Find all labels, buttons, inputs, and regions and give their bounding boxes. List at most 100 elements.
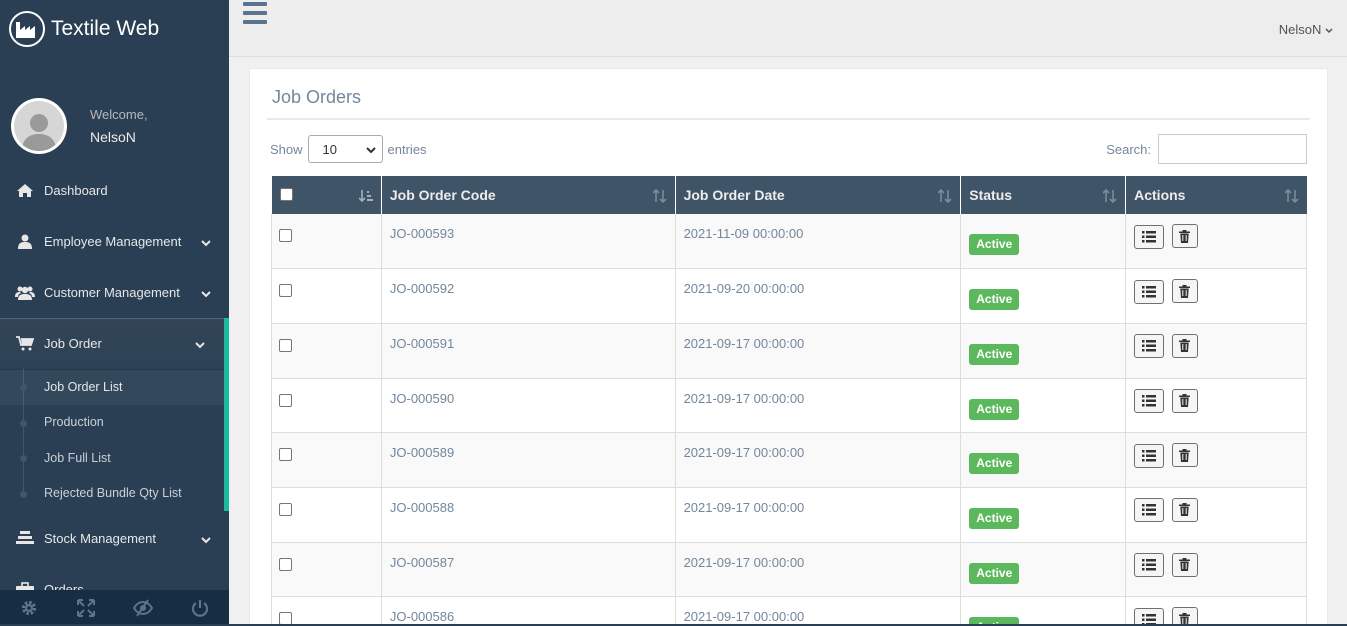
column-header-job-order-date[interactable]: Job Order Date	[674, 176, 961, 214]
actions-cell	[1125, 432, 1307, 488]
view-details-button[interactable]	[1134, 443, 1165, 468]
job-order-date-cell: 2021-09-17 00:00:00	[674, 432, 962, 488]
delete-button[interactable]	[1171, 279, 1198, 304]
sidebar-subitem-job-full-list[interactable]: Job Full List	[0, 440, 224, 476]
job-order-code-cell: JO-000587	[380, 542, 676, 598]
job-order-code: JO-000586	[389, 609, 455, 625]
sidebar-subitem-rejected-bundle-qty-list[interactable]: Rejected Bundle Qty List	[0, 476, 224, 512]
brand[interactable]: Textile Web	[0, 0, 229, 58]
delete-button[interactable]	[1171, 224, 1198, 248]
view-details-button[interactable]	[1134, 389, 1165, 414]
table-header-row: Job Order Code Job Order Date Status Act…	[271, 176, 1307, 214]
column-header-job-order-code[interactable]: Job Order Code	[380, 176, 676, 214]
view-details-button[interactable]	[1134, 224, 1165, 249]
trash-icon	[1179, 339, 1191, 353]
job-order-date: 2021-09-20 00:00:00	[683, 281, 805, 297]
actions-cell	[1125, 542, 1307, 598]
chevron-down-icon	[201, 286, 211, 301]
sidebar-item-customer-management[interactable]: Customer Management	[0, 267, 229, 318]
sidebar-item-label: Employee Management	[44, 234, 182, 249]
sidebar-item-job-order[interactable]: Job Order	[0, 318, 229, 369]
chevron-down-icon	[1325, 22, 1333, 37]
delete-button[interactable]	[1171, 333, 1198, 358]
status-badge: Active	[969, 398, 1020, 420]
chevron-down-icon	[201, 532, 211, 547]
search-input[interactable]	[1158, 134, 1307, 164]
column-header-label: Actions	[1134, 187, 1186, 203]
view-details-button[interactable]	[1134, 279, 1165, 304]
job-order-code: JO-000588	[389, 499, 455, 515]
menu-toggle-icon[interactable]	[243, 2, 267, 24]
sort-icon	[651, 188, 667, 206]
sidebar-item-label: Customer Management	[44, 285, 180, 300]
sidebar-subitem-job-order-list[interactable]: Job Order List	[0, 369, 224, 405]
entries-select[interactable]: 10	[307, 135, 383, 163]
job-order-code-cell: JO-000588	[380, 487, 676, 543]
user-menu-label: NelsoN	[1278, 22, 1322, 37]
column-header-status[interactable]: Status	[960, 176, 1126, 214]
status-badge: Active	[969, 234, 1020, 255]
sidebar-item-dashboard[interactable]: Dashboard	[0, 165, 229, 216]
row-checkbox[interactable]	[279, 448, 292, 462]
job-order-date: 2021-09-17 00:00:00	[683, 335, 805, 351]
view-details-button[interactable]	[1134, 498, 1165, 523]
view-details-button[interactable]	[1134, 334, 1165, 359]
delete-button[interactable]	[1171, 552, 1198, 577]
actions-cell	[1125, 596, 1307, 626]
sort-asc-icon[interactable]	[358, 189, 373, 206]
status-badge: Active	[969, 507, 1020, 529]
sort-icon	[937, 188, 952, 206]
row-select-cell	[271, 323, 382, 379]
select-all-header[interactable]	[271, 176, 382, 214]
list-icon	[1142, 559, 1157, 571]
fullscreen-icon[interactable]	[57, 590, 114, 626]
power-icon[interactable]	[172, 590, 229, 626]
job-order-date: 2021-09-17 00:00:00	[683, 609, 805, 625]
job-order-date-cell: 2021-09-17 00:00:00	[674, 542, 962, 598]
row-checkbox[interactable]	[279, 338, 292, 352]
job-order-code: JO-000590	[389, 390, 455, 406]
settings-icon[interactable]	[0, 590, 57, 626]
user-menu[interactable]: NelsoN	[1279, 22, 1333, 37]
list-icon	[1142, 340, 1157, 352]
actions-cell	[1125, 323, 1307, 379]
select-all-checkbox[interactable]	[279, 188, 293, 201]
trash-icon	[1179, 394, 1191, 408]
status-cell: Active	[960, 268, 1127, 324]
list-icon	[1142, 449, 1157, 462]
status-badge: Active	[969, 562, 1020, 584]
job-order-date: 2021-11-09 00:00:00	[683, 226, 804, 241]
job-order-date-cell: 2021-09-17 00:00:00	[674, 323, 962, 379]
job-order-date: 2021-09-17 00:00:00	[683, 445, 805, 461]
sidebar-item-employee-management[interactable]: Employee Management	[0, 216, 229, 267]
row-checkbox[interactable]	[279, 229, 292, 242]
column-header-actions[interactable]: Actions	[1125, 176, 1307, 214]
cart-icon	[14, 336, 36, 351]
row-checkbox[interactable]	[279, 557, 292, 571]
delete-button[interactable]	[1171, 497, 1198, 522]
status-cell: Active	[960, 214, 1127, 270]
job-orders-table: Job Order Code Job Order Date Status Act…	[271, 176, 1307, 626]
job-order-date-cell: 2021-09-20 00:00:00	[674, 268, 962, 324]
sidebar-subitem-production[interactable]: Production	[0, 405, 224, 441]
eye-slash-icon[interactable]	[115, 590, 172, 626]
sidebar-item-label: Dashboard	[44, 183, 108, 198]
view-details-button[interactable]	[1134, 553, 1165, 578]
row-select-cell	[271, 596, 382, 626]
row-checkbox[interactable]	[279, 393, 292, 407]
sidebar-item-label: Job Order	[44, 336, 102, 351]
delete-button[interactable]	[1171, 388, 1198, 413]
table-row: JO-000586 2021-09-17 00:00:00 Active	[271, 596, 1307, 626]
delete-button[interactable]	[1171, 443, 1198, 468]
side-menu: Dashboard Employee Management Customer M…	[0, 165, 229, 615]
job-order-date: 2021-09-17 00:00:00	[683, 499, 805, 515]
sidebar-item-stock-management[interactable]: Stock Management	[0, 513, 229, 564]
chevron-down-icon	[195, 337, 205, 352]
table-row: JO-000588 2021-09-17 00:00:00 Active	[271, 487, 1307, 543]
top-nav: NelsoN	[229, 0, 1347, 57]
row-checkbox[interactable]	[279, 502, 292, 516]
profile: Welcome, NelsoN	[0, 76, 229, 176]
job-order-date-cell: 2021-09-17 00:00:00	[674, 378, 962, 434]
job-order-date: 2021-09-17 00:00:00	[683, 390, 805, 406]
row-checkbox[interactable]	[279, 284, 292, 298]
